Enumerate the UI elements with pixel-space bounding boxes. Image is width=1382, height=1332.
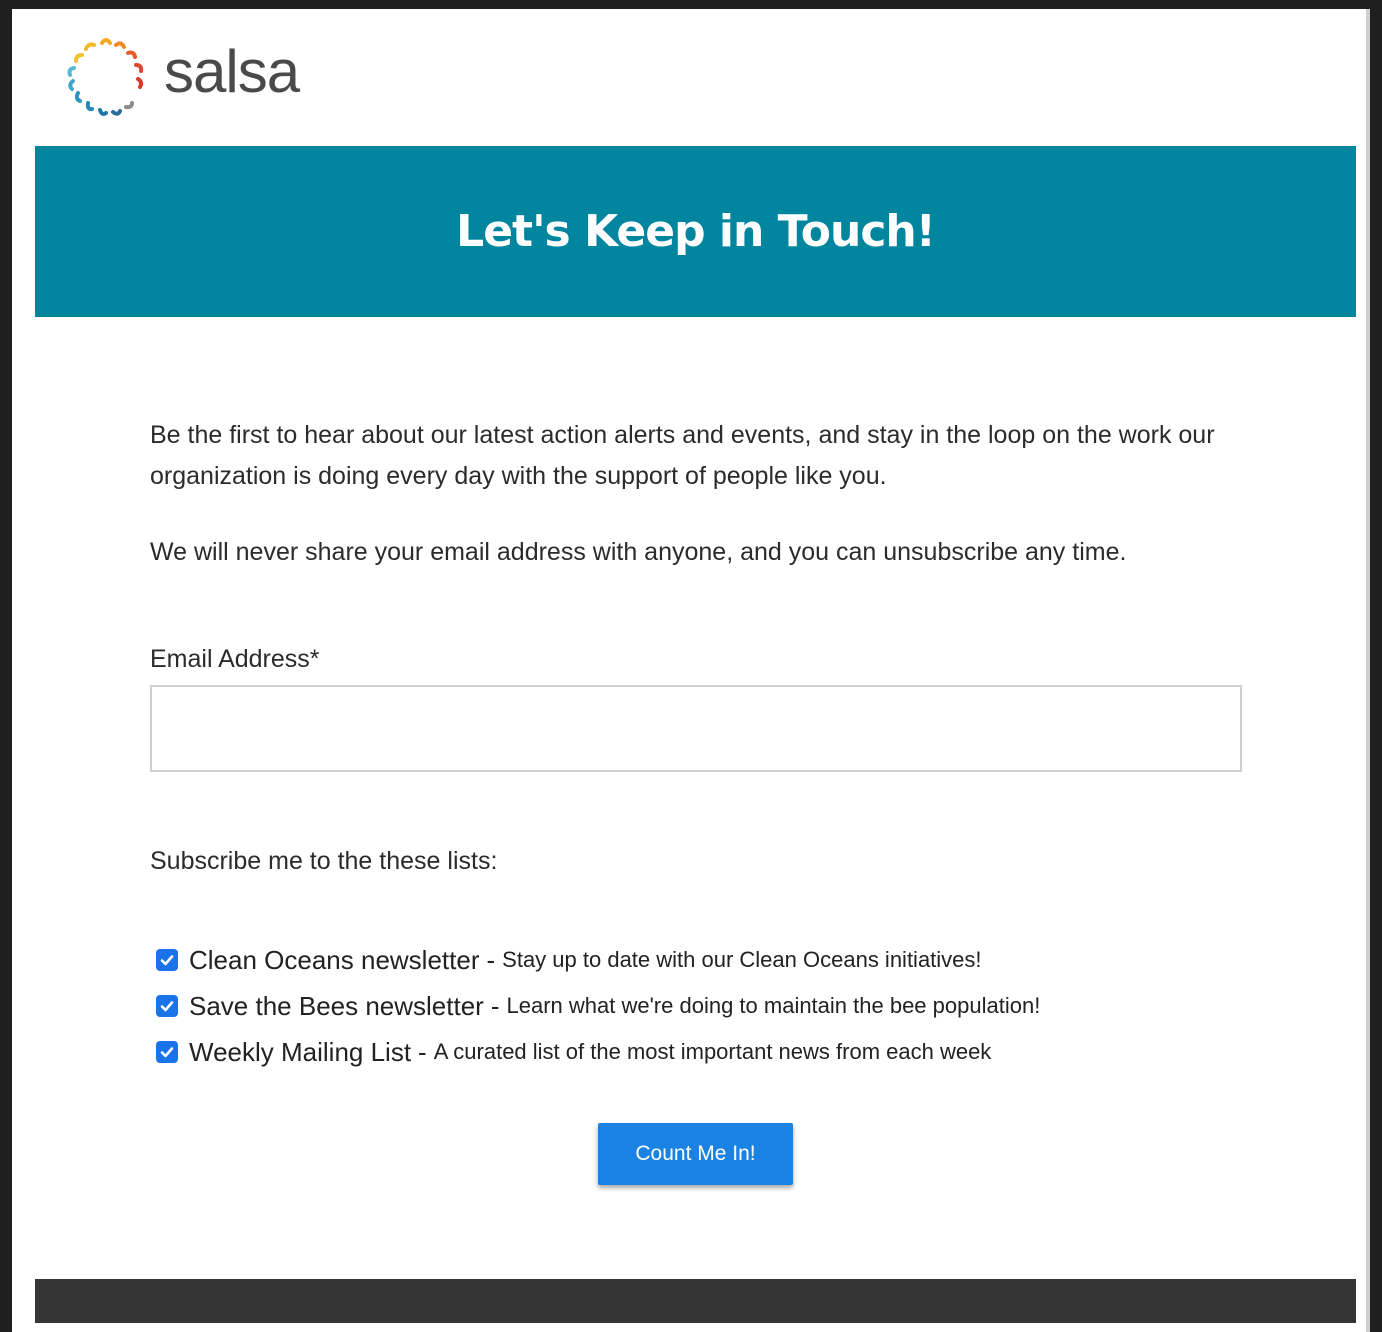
list-separator: - <box>486 944 496 975</box>
email-field[interactable] <box>150 685 1242 772</box>
salsa-sunburst-icon <box>67 38 144 116</box>
weekly-mailing-list-checkbox[interactable] <box>156 1041 178 1063</box>
checkmark-icon <box>160 955 174 966</box>
checkmark-icon <box>160 1047 174 1058</box>
privacy-note: We will never share your email address w… <box>150 538 1127 566</box>
list-name: Save the Bees newsletter <box>189 990 484 1021</box>
list-item-save-the-bees[interactable]: Save the Bees newsletter - Learn what we… <box>156 989 1040 1023</box>
clean-oceans-checkbox[interactable] <box>156 949 178 971</box>
list-description: Stay up to date with our Clean Oceans in… <box>502 947 982 972</box>
salsa-logo[interactable]: salsa <box>64 30 300 126</box>
brand-name: salsa <box>164 37 300 105</box>
save-the-bees-checkbox[interactable] <box>156 995 178 1017</box>
email-label: Email Address* <box>150 645 320 673</box>
list-name: Weekly Mailing List <box>189 1036 412 1067</box>
list-separator: - <box>490 990 500 1021</box>
list-separator: - <box>418 1036 427 1067</box>
list-description: Learn what we're doing to maintain the b… <box>506 993 1041 1018</box>
count-me-in-button[interactable]: Count Me In! <box>598 1123 793 1185</box>
list-item-clean-oceans[interactable]: Clean Oceans newsletter - Stay up to dat… <box>156 943 982 977</box>
list-item-weekly-mailing-list[interactable]: Weekly Mailing List - A curated list of … <box>156 1035 991 1069</box>
checkmark-icon <box>160 1001 174 1012</box>
page-title: Let's Keep in Touch! <box>456 206 936 257</box>
list-description: A curated list of the most important new… <box>433 1039 992 1064</box>
header-banner: Let's Keep in Touch! <box>35 146 1356 317</box>
list-name: Clean Oceans newsletter <box>189 944 480 975</box>
page-footer <box>35 1279 1356 1323</box>
intro-text: Be the first to hear about our latest ac… <box>150 421 1215 490</box>
lists-label: Subscribe me to the these lists: <box>150 847 498 875</box>
